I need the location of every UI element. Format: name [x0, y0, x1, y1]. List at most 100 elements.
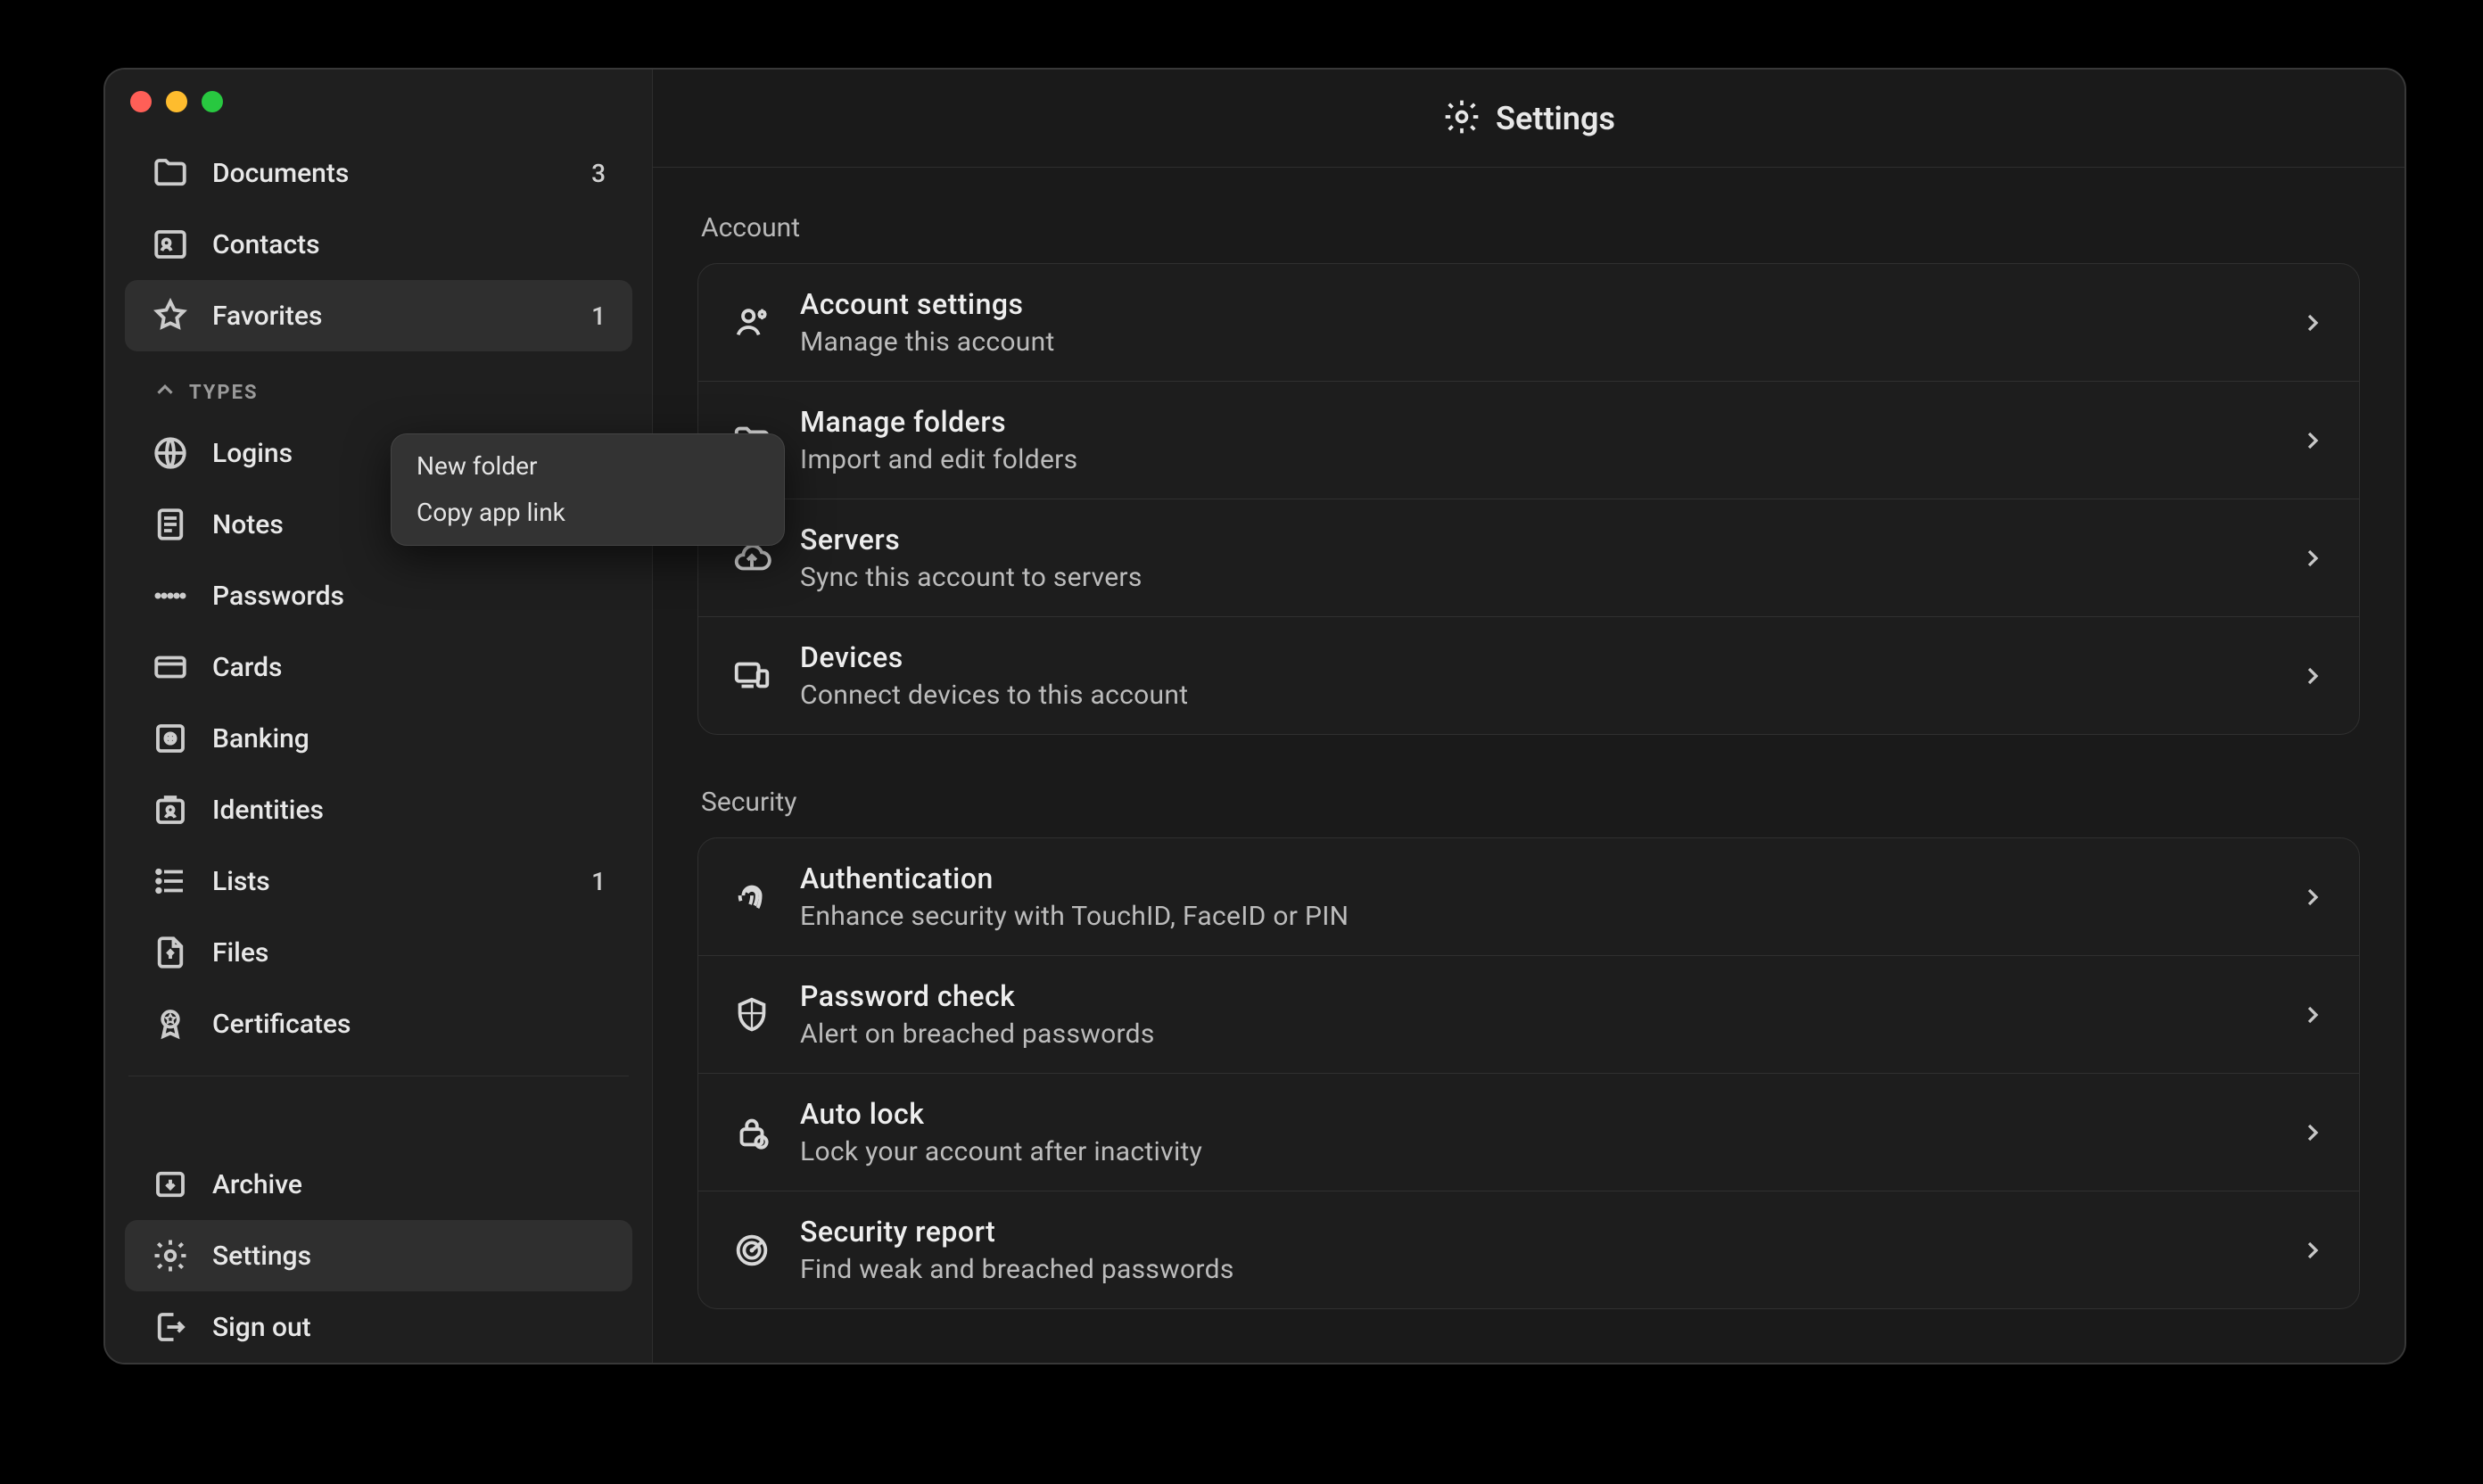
row-subtitle: Manage this account — [800, 326, 1055, 358]
row-subtitle: Alert on breached passwords — [800, 1018, 1155, 1050]
sidebar-item-identities[interactable]: Identities — [125, 774, 632, 845]
sidebar-item-lists[interactable]: Lists 1 — [125, 845, 632, 917]
list-icon — [152, 862, 189, 900]
sidebar-item-label: Certificates — [212, 1009, 351, 1040]
sidebar-item-label: Archive — [212, 1169, 302, 1200]
devices-icon — [730, 655, 773, 697]
row-account-settings[interactable]: Account settings Manage this account — [698, 264, 2359, 382]
sidebar-item-settings[interactable]: Settings — [125, 1220, 632, 1291]
sidebar-item-label: Banking — [212, 723, 309, 754]
row-subtitle: Sync this account to servers — [800, 562, 1143, 593]
sidebar-item-label: Identities — [212, 795, 324, 826]
fingerprint-icon — [730, 876, 773, 919]
section-header-label: TYPES — [189, 382, 259, 404]
lock-timer-icon — [730, 1111, 773, 1154]
sidebar-bottom-group: Archive Settings Sign out — [125, 1149, 632, 1363]
sidebar-item-count: 1 — [591, 301, 606, 331]
sidebar-item-cards[interactable]: Cards — [125, 631, 632, 703]
contact-icon — [152, 226, 189, 263]
chevron-right-icon — [2298, 1118, 2327, 1147]
account-settings-icon — [730, 301, 773, 344]
context-menu-item-new-folder[interactable]: New folder — [392, 443, 784, 490]
sidebar-item-files[interactable]: Files — [125, 917, 632, 988]
row-servers[interactable]: Servers Sync this account to servers — [698, 499, 2359, 617]
sidebar-item-favorites[interactable]: Favorites 1 — [125, 280, 632, 351]
context-menu-item-copy-app-link[interactable]: Copy app link — [392, 490, 784, 536]
sidebar-item-label: Settings — [212, 1241, 311, 1272]
sidebar-item-banking[interactable]: Banking — [125, 703, 632, 774]
chevron-right-icon — [2298, 1236, 2327, 1265]
minimize-window-button[interactable] — [166, 91, 187, 112]
sidebar-item-label: Lists — [212, 866, 270, 897]
sidebar-top-group: Documents 3 Contacts Favorites — [125, 137, 632, 351]
zoom-window-button[interactable] — [202, 91, 223, 112]
file-icon — [152, 934, 189, 971]
archive-icon — [152, 1166, 189, 1203]
row-title: Auto lock — [800, 1097, 1202, 1131]
sidebar-item-count: 3 — [591, 159, 606, 188]
sidebar-section-types[interactable]: TYPES — [125, 351, 632, 417]
sidebar-item-label: Passwords — [212, 581, 344, 612]
row-subtitle: Find weak and breached passwords — [800, 1254, 1234, 1285]
row-subtitle: Lock your account after inactivity — [800, 1136, 1202, 1167]
globe-icon — [152, 434, 189, 472]
row-title: Manage folders — [800, 405, 1077, 439]
certificate-icon — [152, 1005, 189, 1043]
password-icon — [152, 577, 189, 614]
identity-icon — [152, 791, 189, 829]
row-subtitle: Import and edit folders — [800, 444, 1077, 475]
card-icon — [152, 648, 189, 686]
context-menu: New folder Copy app link — [391, 433, 785, 546]
note-icon — [152, 506, 189, 543]
folder-icon — [152, 154, 189, 192]
row-password-check[interactable]: Password check Alert on breached passwor… — [698, 956, 2359, 1074]
sidebar-item-label: Files — [212, 937, 268, 969]
sidebar: Documents 3 Contacts Favorites — [105, 70, 653, 1363]
row-title: Authentication — [800, 862, 1349, 895]
row-security-report[interactable]: Security report Find weak and breached p… — [698, 1191, 2359, 1308]
gear-icon — [1442, 97, 1481, 140]
sidebar-item-count: 1 — [591, 867, 606, 896]
sidebar-item-archive[interactable]: Archive — [125, 1149, 632, 1220]
sidebar-item-label: Logins — [212, 438, 293, 469]
row-authentication[interactable]: Authentication Enhance security with Tou… — [698, 838, 2359, 956]
chevron-right-icon — [2298, 426, 2327, 455]
chevron-right-icon — [2298, 883, 2327, 911]
row-auto-lock[interactable]: Auto lock Lock your account after inacti… — [698, 1074, 2359, 1191]
radar-icon — [730, 1229, 773, 1272]
sidebar-item-label: Documents — [212, 158, 349, 189]
row-title: Password check — [800, 979, 1155, 1013]
chevron-right-icon — [2298, 309, 2327, 337]
group-label-account: Account — [701, 212, 2360, 243]
shield-icon — [730, 993, 773, 1036]
chevron-up-icon — [152, 376, 178, 408]
app-window: Documents 3 Contacts Favorites — [103, 68, 2406, 1364]
gear-icon — [152, 1237, 189, 1274]
star-icon — [152, 297, 189, 334]
chevron-right-icon — [2298, 662, 2327, 690]
chevron-right-icon — [2298, 544, 2327, 573]
titlebar: Settings — [653, 70, 2405, 168]
close-window-button[interactable] — [130, 91, 152, 112]
settings-content: Account Account settings Manage this acc… — [653, 168, 2405, 1361]
sidebar-item-label: Notes — [212, 509, 284, 540]
sidebar-item-label: Sign out — [212, 1312, 311, 1343]
sidebar-item-contacts[interactable]: Contacts — [125, 209, 632, 280]
bank-icon — [152, 720, 189, 757]
card-group-security: Authentication Enhance security with Tou… — [697, 837, 2360, 1309]
sidebar-item-certificates[interactable]: Certificates — [125, 988, 632, 1059]
row-subtitle: Connect devices to this account — [800, 680, 1188, 711]
window-controls — [130, 91, 223, 112]
row-devices[interactable]: Devices Connect devices to this account — [698, 617, 2359, 734]
sidebar-item-label: Cards — [212, 652, 282, 683]
sidebar-item-label: Contacts — [212, 229, 320, 260]
row-manage-folders[interactable]: Manage folders Import and edit folders — [698, 382, 2359, 499]
row-title: Devices — [800, 640, 1188, 674]
sidebar-item-passwords[interactable]: Passwords — [125, 560, 632, 631]
page-title: Settings — [1496, 100, 1615, 137]
sidebar-item-signout[interactable]: Sign out — [125, 1291, 632, 1363]
main-panel: Settings Account Account settings Manage… — [653, 70, 2405, 1363]
sidebar-item-documents[interactable]: Documents 3 — [125, 137, 632, 209]
sidebar-item-label: Favorites — [212, 301, 322, 332]
row-title: Servers — [800, 523, 1143, 556]
